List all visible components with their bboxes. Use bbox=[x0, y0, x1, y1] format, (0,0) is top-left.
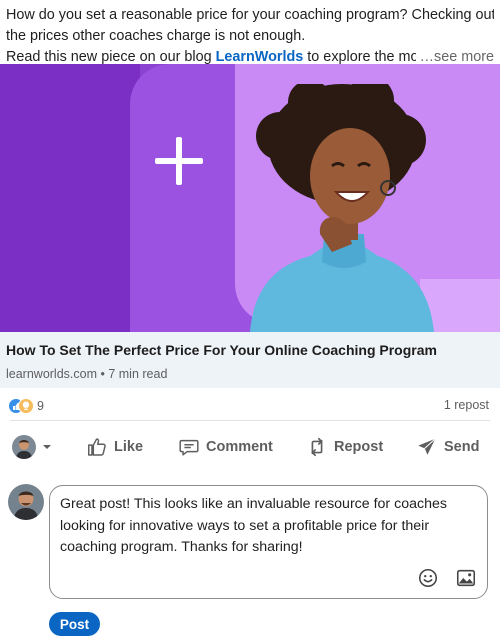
divider bbox=[10, 420, 490, 421]
reactions-count: 9 bbox=[37, 399, 44, 413]
link-preview-card[interactable]: How To Set The Perfect Price For Your On… bbox=[0, 332, 500, 388]
social-counts: 9 1 repost bbox=[0, 392, 500, 416]
avatar bbox=[12, 435, 36, 459]
chevron-down-icon bbox=[43, 445, 51, 449]
comment-button[interactable]: Comment bbox=[178, 436, 273, 458]
article-source: learnworlds.com bbox=[6, 367, 98, 381]
meta-separator: • bbox=[97, 367, 109, 381]
send-label: Send bbox=[444, 439, 480, 455]
like-reaction-icon bbox=[8, 398, 34, 414]
comment-text[interactable]: Great post! This looks like an invaluabl… bbox=[60, 494, 475, 559]
like-label: Like bbox=[114, 439, 144, 455]
image-icon[interactable] bbox=[455, 567, 477, 589]
woman-smiling-illustration bbox=[250, 84, 434, 332]
post-text-segment: Read this new piece on our blog bbox=[6, 49, 216, 65]
comment-icon bbox=[179, 439, 199, 456]
repost-button[interactable]: Repost bbox=[306, 436, 383, 458]
actor-selector[interactable] bbox=[12, 435, 52, 459]
action-bar: Like Comment Repost Send bbox=[0, 430, 500, 466]
post-button[interactable]: Post bbox=[49, 612, 100, 636]
send-button[interactable]: Send bbox=[416, 436, 479, 458]
avatar bbox=[8, 484, 44, 520]
like-icon bbox=[88, 438, 106, 456]
company-mention-link[interactable]: LearnWorlds bbox=[216, 49, 304, 65]
article-read-time: 7 min read bbox=[108, 367, 168, 381]
post-text: How do you set a reasonable price for yo… bbox=[6, 5, 494, 68]
plus-icon bbox=[155, 137, 203, 185]
article-title[interactable]: How To Set The Perfect Price For Your On… bbox=[6, 342, 437, 358]
comment-label: Comment bbox=[206, 439, 273, 455]
comment-composer: Great post! This looks like an invaluabl… bbox=[0, 482, 500, 602]
article-hero-image[interactable] bbox=[0, 64, 500, 332]
emoji-icon[interactable] bbox=[417, 567, 439, 589]
article-meta: learnworlds.com • 7 min read bbox=[6, 367, 167, 381]
repost-label: Repost bbox=[334, 439, 384, 455]
post-text-line: How do you set a reasonable price for yo… bbox=[6, 7, 494, 23]
repost-count[interactable]: 1 repost bbox=[444, 398, 489, 412]
like-button[interactable]: Like bbox=[86, 436, 143, 458]
reactions-summary[interactable]: 9 bbox=[8, 398, 44, 414]
send-icon bbox=[418, 438, 436, 455]
post-text-line: the prices other coaches charge is not e… bbox=[6, 28, 306, 44]
repost-icon bbox=[311, 437, 323, 457]
comment-input[interactable]: Great post! This looks like an invaluabl… bbox=[49, 485, 488, 599]
